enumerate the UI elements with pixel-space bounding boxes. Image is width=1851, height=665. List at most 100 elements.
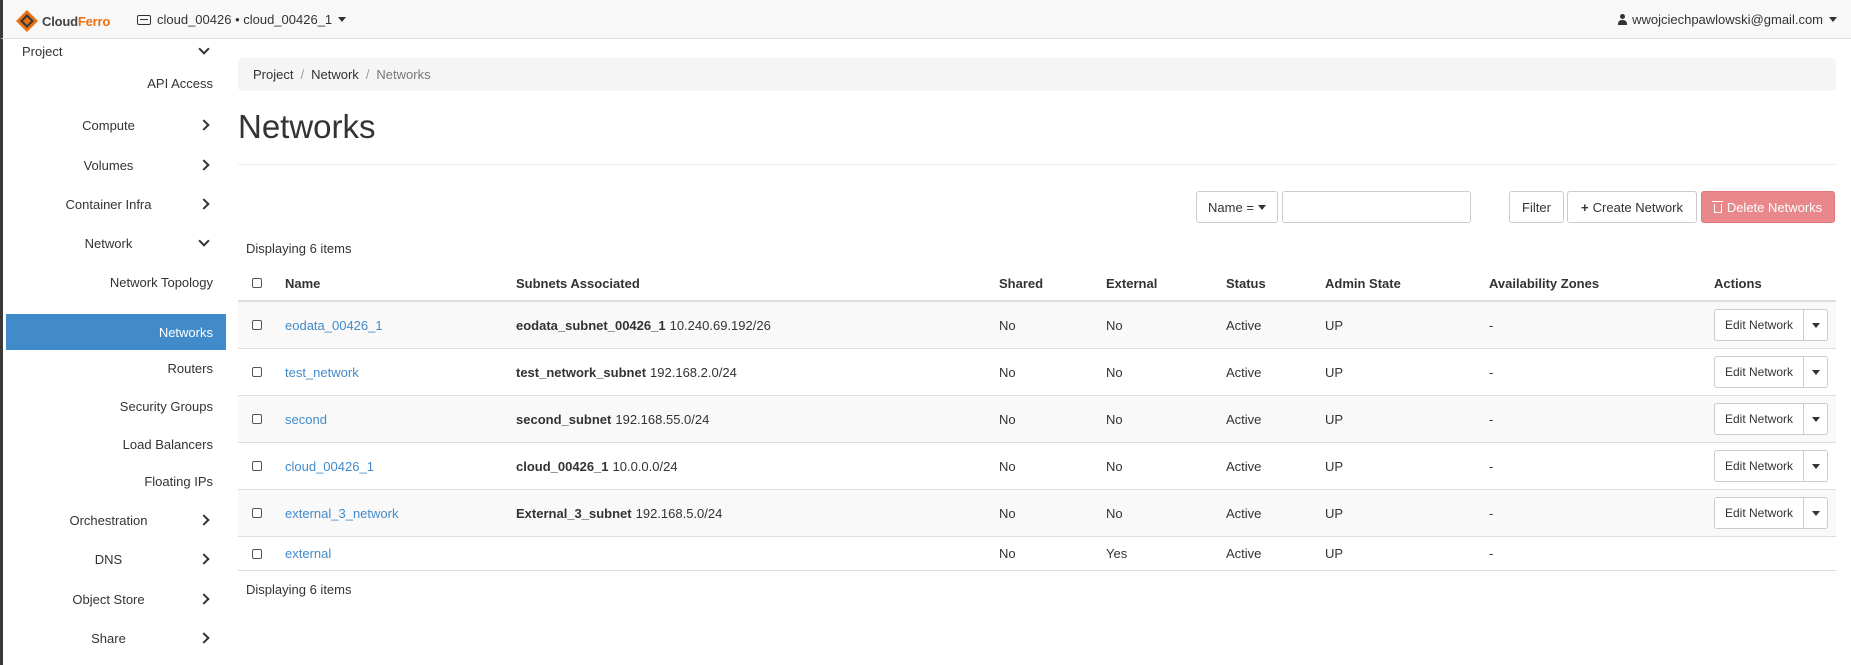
sidebar-item-label: Network Topology bbox=[109, 274, 213, 290]
row-checkbox[interactable] bbox=[252, 508, 262, 518]
column-header-status[interactable]: Status bbox=[1226, 266, 1266, 300]
edit-network-button[interactable]: Edit Network bbox=[1714, 497, 1804, 529]
filter-input[interactable] bbox=[1282, 191, 1471, 223]
subnet-cidr: 192.168.55.0/24 bbox=[615, 411, 710, 427]
network-name-link[interactable]: external bbox=[285, 546, 331, 561]
edit-network-button[interactable]: Edit Network bbox=[1714, 450, 1804, 482]
table-row: eodata_00426_1 eodata_subnet_00426_1 10.2… bbox=[238, 302, 1836, 349]
column-header-external[interactable]: External bbox=[1106, 266, 1157, 300]
sidebar-item-share[interactable]: Share bbox=[6, 624, 226, 652]
status-value: Active bbox=[1226, 505, 1262, 521]
column-header-availability-zones[interactable]: Availability Zones bbox=[1489, 266, 1599, 300]
row-actions: Edit Network bbox=[1714, 450, 1828, 482]
external-value: No bbox=[1106, 505, 1123, 521]
item-count-top: Displaying 6 items bbox=[246, 241, 352, 256]
table-row: external No Yes Active UP - bbox=[238, 537, 1836, 571]
subnet-cidr: 10.0.0.0/24 bbox=[612, 458, 678, 474]
sidebar-item-label: Container Infra bbox=[65, 196, 152, 212]
caret-down-icon bbox=[1811, 416, 1820, 422]
select-all-checkbox-cell bbox=[252, 266, 262, 300]
row-checkbox[interactable] bbox=[252, 414, 262, 424]
column-header-name[interactable]: Name bbox=[285, 266, 320, 300]
edit-network-button[interactable]: Edit Network bbox=[1714, 356, 1804, 388]
row-actions-dropdown-toggle[interactable] bbox=[1804, 356, 1828, 388]
row-checkbox[interactable] bbox=[252, 367, 262, 377]
table-row: cloud_00426_1 cloud_00426_1 10.0.0.0/24 N… bbox=[238, 443, 1836, 490]
admin-state-value: UP bbox=[1325, 364, 1344, 380]
row-actions-dropdown-toggle[interactable] bbox=[1804, 309, 1828, 341]
column-header-shared[interactable]: Shared bbox=[999, 266, 1043, 300]
column-header-subnets[interactable]: Subnets Associated bbox=[516, 266, 640, 300]
edit-network-button[interactable]: Edit Network bbox=[1714, 403, 1804, 435]
breadcrumb: Project / Network / Networks bbox=[238, 58, 1836, 91]
plus-icon: + bbox=[1581, 199, 1589, 215]
filter-field-dropdown[interactable]: Name = bbox=[1196, 191, 1278, 223]
sidebar-item-api-access[interactable]: API Access bbox=[6, 71, 226, 95]
trash-icon bbox=[1711, 200, 1723, 213]
user-menu[interactable]: wwojciechpawlowski@gmail.com bbox=[1618, 12, 1837, 27]
row-actions: Edit Network bbox=[1714, 356, 1828, 388]
brand-logo[interactable]: CloudFerro bbox=[15, 8, 110, 34]
admin-state-value: UP bbox=[1325, 317, 1344, 333]
row-actions-dropdown-toggle[interactable] bbox=[1804, 450, 1828, 482]
breadcrumb-project[interactable]: Project bbox=[253, 67, 293, 82]
create-network-button[interactable]: + Create Network bbox=[1567, 191, 1697, 223]
shared-value: No bbox=[999, 364, 1016, 380]
sidebar-item-volumes[interactable]: Volumes bbox=[6, 151, 226, 179]
chevron-down-icon bbox=[198, 42, 210, 55]
row-checkbox[interactable] bbox=[252, 548, 262, 559]
sidebar-item-label: Share bbox=[91, 630, 126, 646]
select-all-checkbox[interactable] bbox=[252, 278, 262, 288]
project-selector[interactable]: cloud_00426 • cloud_00426_1 bbox=[137, 12, 347, 27]
delete-networks-button[interactable]: Delete Networks bbox=[1701, 191, 1835, 223]
filter-button[interactable]: Filter bbox=[1509, 191, 1564, 223]
shared-value: No bbox=[999, 458, 1016, 474]
sidebar-item-label: DNS bbox=[94, 551, 123, 567]
network-name-link[interactable]: eodata_00426_1 bbox=[285, 318, 383, 333]
caret-down-icon bbox=[1811, 510, 1820, 516]
caret-down-icon bbox=[1811, 369, 1820, 375]
subnet-name: cloud_00426_1 bbox=[516, 458, 609, 474]
sidebar-item-project[interactable]: Project bbox=[6, 39, 226, 63]
availability-zones-value: - bbox=[1489, 505, 1494, 521]
network-name-link[interactable]: test_network bbox=[285, 365, 359, 380]
sidebar-item-object-store[interactable]: Object Store bbox=[6, 585, 226, 613]
network-name-link[interactable]: external_3_network bbox=[285, 506, 398, 521]
availability-zones-value: - bbox=[1489, 317, 1494, 333]
sidebar-item-dns[interactable]: DNS bbox=[6, 545, 226, 573]
table-row: external_3_network External_3_subnet 192.… bbox=[238, 490, 1836, 537]
sidebar-item-networks[interactable]: Networks bbox=[6, 314, 226, 350]
delete-networks-label: Delete Networks bbox=[1726, 199, 1823, 215]
row-checkbox[interactable] bbox=[252, 461, 262, 471]
sidebar-item-container-infra[interactable]: Container Infra bbox=[6, 190, 226, 218]
admin-state-value: UP bbox=[1325, 505, 1344, 521]
sidebar-item-routers[interactable]: Routers bbox=[6, 356, 226, 380]
sidebar-item-floating-ips[interactable]: Floating IPs bbox=[6, 469, 226, 493]
sidebar-item-compute[interactable]: Compute bbox=[6, 111, 226, 139]
row-checkbox[interactable] bbox=[252, 320, 262, 330]
sidebar-item-network[interactable]: Network bbox=[6, 229, 226, 257]
sidebar-item-label: Load Balancers bbox=[122, 436, 213, 452]
breadcrumb-current: Networks bbox=[376, 67, 431, 82]
column-header-admin-state[interactable]: Admin State bbox=[1325, 266, 1401, 300]
subnet-name: test_network_subnet bbox=[516, 364, 647, 380]
row-actions: Edit Network bbox=[1714, 309, 1828, 341]
row-actions-dropdown-toggle[interactable] bbox=[1804, 497, 1828, 529]
network-name-link[interactable]: cloud_00426_1 bbox=[285, 459, 374, 474]
sidebar-item-orchestration[interactable]: Orchestration bbox=[6, 506, 226, 534]
user-email: wwojciechpawlowski@gmail.com bbox=[1632, 12, 1823, 27]
project-selector-label: cloud_00426 • cloud_00426_1 bbox=[157, 12, 333, 27]
subnet-cidr: 192.168.5.0/24 bbox=[635, 505, 723, 521]
shared-value: No bbox=[999, 317, 1016, 333]
sidebar-item-load-balancers[interactable]: Load Balancers bbox=[6, 432, 226, 456]
external-value: No bbox=[1106, 458, 1123, 474]
breadcrumb-network[interactable]: Network bbox=[311, 67, 359, 82]
network-name-link[interactable]: second bbox=[285, 412, 327, 427]
sidebar-item-network-topology[interactable]: Network Topology bbox=[6, 270, 226, 294]
status-value: Active bbox=[1226, 458, 1262, 474]
row-actions-dropdown-toggle[interactable] bbox=[1804, 403, 1828, 435]
row-actions: Edit Network bbox=[1714, 497, 1828, 529]
sidebar-item-label: Orchestration bbox=[69, 512, 148, 528]
sidebar-item-security-groups[interactable]: Security Groups bbox=[6, 394, 226, 418]
edit-network-button[interactable]: Edit Network bbox=[1714, 309, 1804, 341]
